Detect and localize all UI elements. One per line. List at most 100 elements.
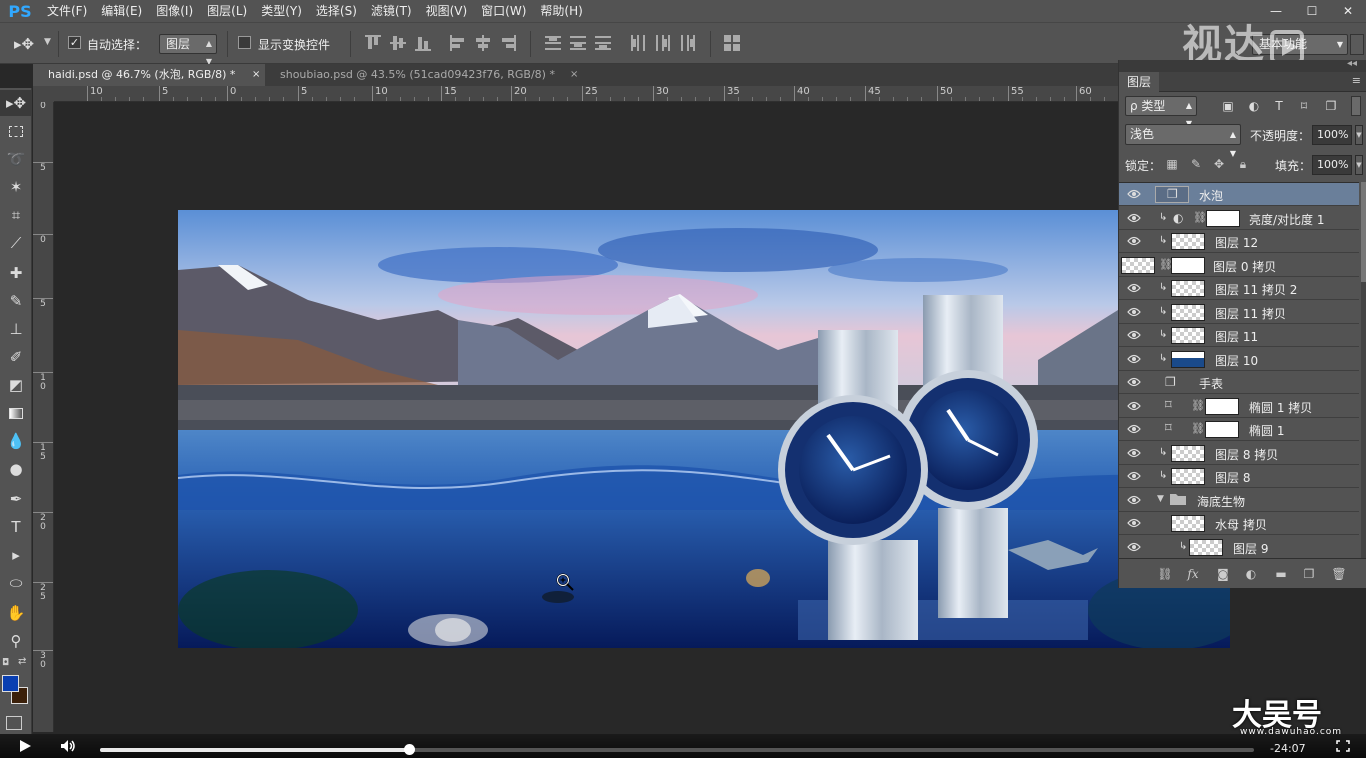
auto-select-dropdown[interactable]: 图层 ▲ ▼ [159,34,217,66]
distribute-left-icon[interactable] [630,35,646,51]
link-layers-icon[interactable]: ⛓ [1157,567,1173,581]
layer-name[interactable]: 海底生物 [1197,493,1245,510]
opacity-input[interactable]: 100% [1312,125,1352,145]
document-canvas[interactable] [178,210,1230,648]
layer-name[interactable]: 图层 10 [1215,352,1258,369]
menu-view[interactable]: 视图(V) [419,0,475,22]
brush-tool-icon[interactable]: ✎ [0,288,32,314]
layer-name[interactable]: 图层 12 [1215,234,1258,251]
lock-position-icon[interactable]: ✥ [1212,157,1226,171]
layer-row[interactable]: ↳ 图层 12 [1119,230,1359,253]
new-adjustment-icon[interactable]: ◐ [1243,567,1259,581]
visibility-eye-icon[interactable] [1127,423,1141,435]
collapse-icon[interactable]: ◂◂ [1347,58,1357,69]
visibility-eye-icon[interactable] [1127,541,1141,553]
history-brush-tool-icon[interactable]: ✐ [0,344,32,370]
layer-row[interactable]: ↳ 图层 11 拷贝 2 [1119,277,1359,300]
magic-wand-tool-icon[interactable]: ✶ [0,174,32,200]
hand-tool-icon[interactable]: ✋ [0,600,32,626]
swap-colors-icon[interactable]: ⇄ [18,656,26,667]
align-top-icon[interactable] [365,35,381,51]
layer-row[interactable]: ↳ 图层 11 拷贝 [1119,300,1359,324]
delete-layer-icon[interactable]: 🗑︎ [1331,567,1347,581]
layer-row[interactable]: ❐ 手表 [1119,371,1359,394]
visibility-eye-icon[interactable] [1127,447,1141,459]
layer-name[interactable]: 椭圆 1 拷贝 [1249,399,1312,416]
layer-name[interactable]: 手表 [1199,375,1223,392]
visibility-eye-icon[interactable] [1127,188,1141,200]
default-colors-icon[interactable]: ◘ [2,658,9,668]
zoom-tool-icon[interactable]: ⚲ [0,628,32,654]
layer-name[interactable]: 图层 11 拷贝 2 [1215,281,1297,298]
layer-name[interactable]: 亮度/对比度 1 [1249,211,1325,228]
blur-tool-icon[interactable]: 💧 [0,428,32,454]
close-tab-icon[interactable]: × [252,64,260,86]
volume-icon[interactable] [60,739,76,753]
layer-name[interactable]: 图层 0 拷贝 [1213,258,1276,275]
menu-edit[interactable]: 编辑(E) [94,0,149,22]
layer-row[interactable]: ↳ 图层 8 拷贝 [1119,441,1359,465]
filter-pixel-icon[interactable]: ▣ [1221,99,1235,113]
lock-transparency-icon[interactable]: ▦ [1165,157,1179,171]
gradient-tool-icon[interactable] [0,400,32,426]
tab-haidi[interactable]: haidi.psd @ 46.7% (水泡, RGB/8) * × [33,64,265,86]
close-tab-icon[interactable]: × [570,64,578,86]
progress-track[interactable] [100,744,1254,755]
pen-tool-icon[interactable]: ✒ [0,486,32,512]
lasso-tool-icon[interactable]: ➰ [0,146,32,172]
distribute-right-icon[interactable] [680,35,696,51]
workspace-side-button[interactable] [1350,34,1364,55]
filter-smart-icon[interactable]: ❐ [1324,99,1338,113]
distribute-vcenter-icon[interactable] [570,35,586,51]
ruler-corner[interactable] [33,86,54,102]
menu-select[interactable]: 选择(S) [309,0,364,22]
align-bottom-icon[interactable] [415,35,431,51]
lock-all-icon[interactable]: 🔒︎ [1236,157,1250,171]
scrollbar-thumb[interactable] [1361,182,1366,282]
eyedropper-tool-icon[interactable]: ⟋ [0,230,32,256]
visibility-eye-icon[interactable] [1127,306,1141,318]
distribute-bottom-icon[interactable] [595,35,611,51]
layer-row[interactable]: ⌑ ⛓ 椭圆 1 拷贝 [1119,394,1359,418]
ellipse-tool-icon[interactable]: ⬭ [0,570,32,596]
filter-toggle[interactable] [1351,96,1361,116]
align-vcenter-icon[interactable] [390,35,406,51]
layer-row[interactable]: ↳ 图层 11 [1119,324,1359,347]
dodge-tool-icon[interactable]: ● [0,456,32,482]
new-group-icon[interactable]: ▬ [1273,567,1289,581]
clone-stamp-tool-icon[interactable]: ⊥ [0,316,32,342]
menu-image[interactable]: 图像(I) [149,0,200,22]
visibility-eye-icon[interactable] [1127,353,1141,365]
opacity-slider-arrow-icon[interactable]: ▼ [1355,125,1363,145]
fill-slider-arrow-icon[interactable]: ▼ [1355,155,1363,175]
layer-row[interactable]: ⛓ 图层 0 拷贝 [1119,253,1359,277]
group-expand-icon[interactable]: ▼ [1157,494,1164,504]
filter-adjustment-icon[interactable]: ◐ [1247,99,1261,113]
fill-input[interactable]: 100% [1312,155,1352,175]
layer-row[interactable]: ▼ 海底生物 [1119,488,1359,512]
layer-row[interactable]: ↳ 图层 9 [1119,535,1359,558]
layer-row[interactable]: ↳ 图层 8 [1119,465,1359,488]
layer-row[interactable]: 水母 拷贝 [1119,512,1359,535]
align-right-icon[interactable] [500,35,516,51]
layer-filter-dropdown[interactable]: ρ 类型 ▲▼ [1125,96,1197,128]
visibility-eye-icon[interactable] [1127,517,1141,529]
lock-pixels-icon[interactable]: ✎ [1189,157,1203,171]
add-mask-icon[interactable]: ◙ [1215,567,1231,581]
close-button[interactable]: ✕ [1330,0,1366,22]
menu-window[interactable]: 窗口(W) [474,0,533,22]
visibility-eye-icon[interactable] [1127,400,1141,412]
tab-shoubiao[interactable]: shoubiao.psd @ 43.5% (51cad09423f76, RGB… [265,64,590,86]
distribute-top-icon[interactable] [545,35,561,51]
vertical-ruler[interactable]: 0 5 0 5 1 0 1 5 2 0 2 5 3 0 [33,102,54,732]
layer-row[interactable]: ↳ ◐ ⛓ 亮度/对比度 1 [1119,206,1359,230]
visibility-eye-icon[interactable] [1127,470,1141,482]
align-left-icon[interactable] [450,35,466,51]
filter-type-icon[interactable]: T [1272,99,1286,113]
show-transform-checkbox[interactable] [238,36,251,49]
new-layer-icon[interactable]: ❐ [1301,567,1317,581]
visibility-eye-icon[interactable] [1127,235,1141,247]
tab-layers[interactable]: 图层 [1119,72,1160,92]
type-tool-icon[interactable]: T [0,514,32,540]
layer-name[interactable]: 图层 8 拷贝 [1215,446,1278,463]
